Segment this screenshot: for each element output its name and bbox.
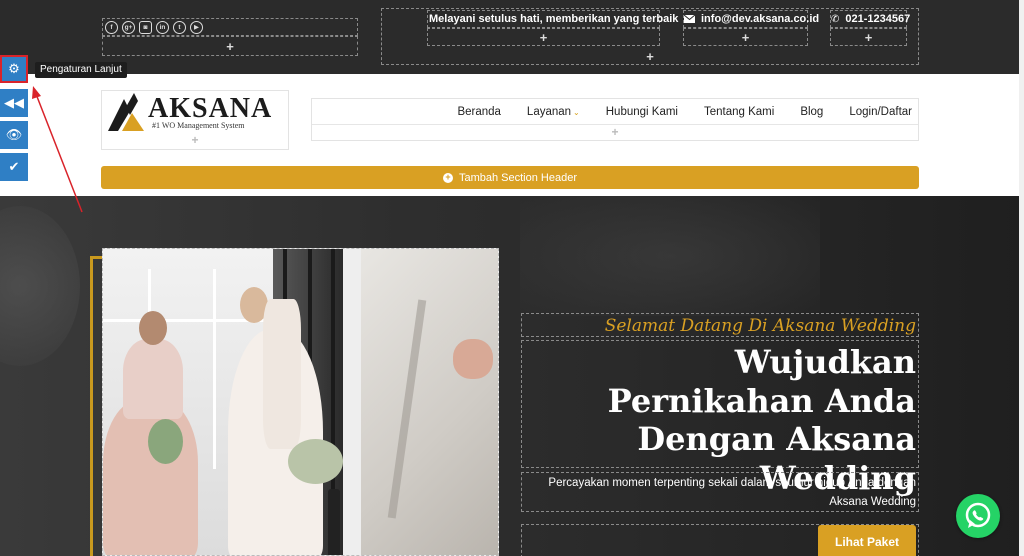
- settings-icon: ⚙: [8, 61, 20, 76]
- add-social-button[interactable]: +: [102, 36, 358, 56]
- logo-subtitle: #1 WO Management System: [152, 121, 245, 130]
- youtube-icon[interactable]: ▶: [190, 20, 203, 34]
- hero-background-decoration: [0, 206, 80, 366]
- aksana-logo-icon: [108, 93, 144, 131]
- add-contact-column-button[interactable]: +: [381, 47, 919, 65]
- social-icons-block[interactable]: f g+ ◙ in t ▶: [102, 18, 358, 36]
- facebook-icon[interactable]: f: [105, 20, 118, 34]
- main-navigation: Beranda Layanan ⌄ Hubungi Kami Tentang Ka…: [311, 98, 919, 141]
- nav-item-tentang-kami[interactable]: Tentang Kami: [704, 106, 774, 118]
- save-button[interactable]: ✔: [0, 153, 28, 181]
- twitter-icon[interactable]: t: [173, 20, 186, 34]
- hero-button-block: Lihat Paket: [521, 524, 919, 556]
- check-icon: ✔: [8, 159, 20, 174]
- nav-item-login[interactable]: Login/Daftar: [849, 106, 912, 118]
- google-plus-icon[interactable]: g+: [122, 20, 135, 34]
- lihat-paket-button[interactable]: Lihat Paket: [818, 525, 916, 556]
- collapse-icon: ◀◀: [4, 95, 24, 110]
- add-tagline-button[interactable]: +: [427, 28, 660, 46]
- email-info[interactable]: info@dev.aksana.co.id: [683, 10, 819, 28]
- advanced-settings-button[interactable]: ⚙: [0, 55, 28, 83]
- envelope-icon: [684, 14, 695, 24]
- collapse-panel-button[interactable]: ◀◀: [0, 89, 28, 117]
- hero-tagline: Selamat Datang Di Aksana Wedding: [521, 313, 919, 337]
- add-nav-element-button[interactable]: +: [312, 124, 918, 140]
- email-text: info@dev.aksana.co.id: [701, 13, 820, 25]
- phone-info[interactable]: ✆ 021-1234567: [830, 10, 911, 28]
- add-phone-button[interactable]: +: [830, 28, 907, 46]
- hero-wedding-photo: [102, 248, 499, 556]
- logo-block[interactable]: AKSANA #1 WO Management System +: [101, 90, 289, 150]
- top-bar: f g+ ◙ in t ▶ + Melayani setulus hati, m…: [0, 0, 1024, 74]
- photo-groom-hand: [453, 339, 493, 379]
- whatsapp-chat-button[interactable]: [956, 494, 1000, 538]
- preview-button[interactable]: 👁: [0, 121, 28, 149]
- nav-item-layanan[interactable]: Layanan ⌄: [527, 106, 580, 118]
- nav-item-layanan-label: Layanan: [526, 106, 572, 118]
- photo-groom-shirt: [361, 249, 498, 555]
- linkedin-icon[interactable]: in: [156, 20, 169, 34]
- hero-subtext: Percayakan momen terpenting sekali dalam…: [521, 472, 919, 512]
- chevron-down-icon: ⌄: [573, 108, 580, 117]
- phone-icon: ✆: [831, 13, 840, 25]
- add-header-section-button[interactable]: + Tambah Section Header: [101, 166, 919, 189]
- phone-text: 021-1234567: [845, 13, 911, 25]
- service-tagline: Melayani setulus hati, memberikan yang t…: [427, 10, 678, 28]
- page-scrollbar[interactable]: [1019, 0, 1024, 556]
- service-tagline-text: Melayani setulus hati, memberikan yang t…: [429, 13, 679, 25]
- plus-circle-icon: +: [442, 172, 453, 183]
- nav-item-beranda[interactable]: Beranda: [457, 106, 500, 118]
- hero-background-decoration: [520, 196, 820, 316]
- hero-headline: Wujudkan Pernikahan Anda Dengan Aksana W…: [521, 340, 919, 497]
- whatsapp-icon: [965, 502, 991, 528]
- preview-icon: 👁: [5, 127, 23, 142]
- settings-tooltip: Pengaturan Lanjut: [35, 62, 127, 78]
- nav-item-hubungi-kami[interactable]: Hubungi Kami: [606, 106, 678, 118]
- instagram-icon[interactable]: ◙: [139, 20, 152, 34]
- add-header-section-label: Tambah Section Header: [458, 171, 577, 184]
- nav-item-blog[interactable]: Blog: [800, 106, 823, 118]
- add-logo-element-button[interactable]: +: [102, 133, 288, 147]
- add-email-button[interactable]: +: [683, 28, 808, 46]
